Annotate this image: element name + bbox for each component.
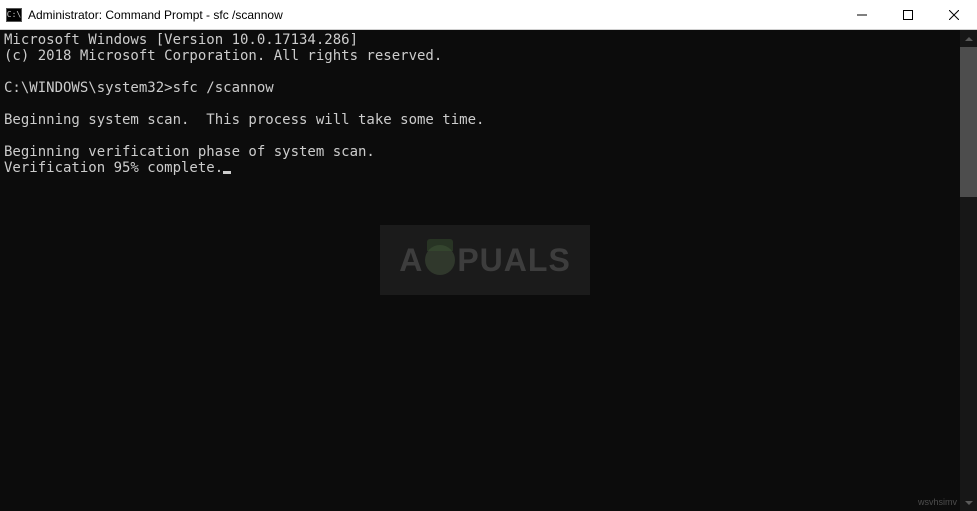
minimize-button[interactable]	[839, 0, 885, 29]
title-bar[interactable]: C:\ Administrator: Command Prompt - sfc …	[0, 0, 977, 30]
close-button[interactable]	[931, 0, 977, 29]
text-cursor	[223, 171, 231, 174]
scroll-up-button[interactable]	[960, 30, 977, 47]
output-line: (c) 2018 Microsoft Corporation. All righ…	[4, 48, 442, 64]
output-line: Beginning system scan. This process will…	[4, 112, 484, 128]
window-title: Administrator: Command Prompt - sfc /sca…	[28, 8, 283, 22]
command-prompt-window: C:\ Administrator: Command Prompt - sfc …	[0, 0, 977, 511]
maximize-button[interactable]	[885, 0, 931, 29]
client-area: Microsoft Windows [Version 10.0.17134.28…	[0, 30, 977, 511]
cmd-icon: C:\	[6, 8, 22, 22]
window-controls	[839, 0, 977, 29]
output-line: Beginning verification phase of system s…	[4, 144, 375, 160]
scroll-thumb[interactable]	[960, 47, 977, 197]
output-line: Microsoft Windows [Version 10.0.17134.28…	[4, 32, 358, 48]
title-bar-left: C:\ Administrator: Command Prompt - sfc …	[6, 8, 283, 22]
vertical-scrollbar[interactable]	[960, 30, 977, 511]
prompt-line: C:\WINDOWS\system32>sfc /scannow	[4, 80, 274, 96]
scroll-track[interactable]	[960, 47, 977, 494]
scroll-down-button[interactable]	[960, 494, 977, 511]
progress-line: Verification 95% complete.	[4, 160, 223, 176]
terminal-output[interactable]: Microsoft Windows [Version 10.0.17134.28…	[0, 30, 960, 511]
